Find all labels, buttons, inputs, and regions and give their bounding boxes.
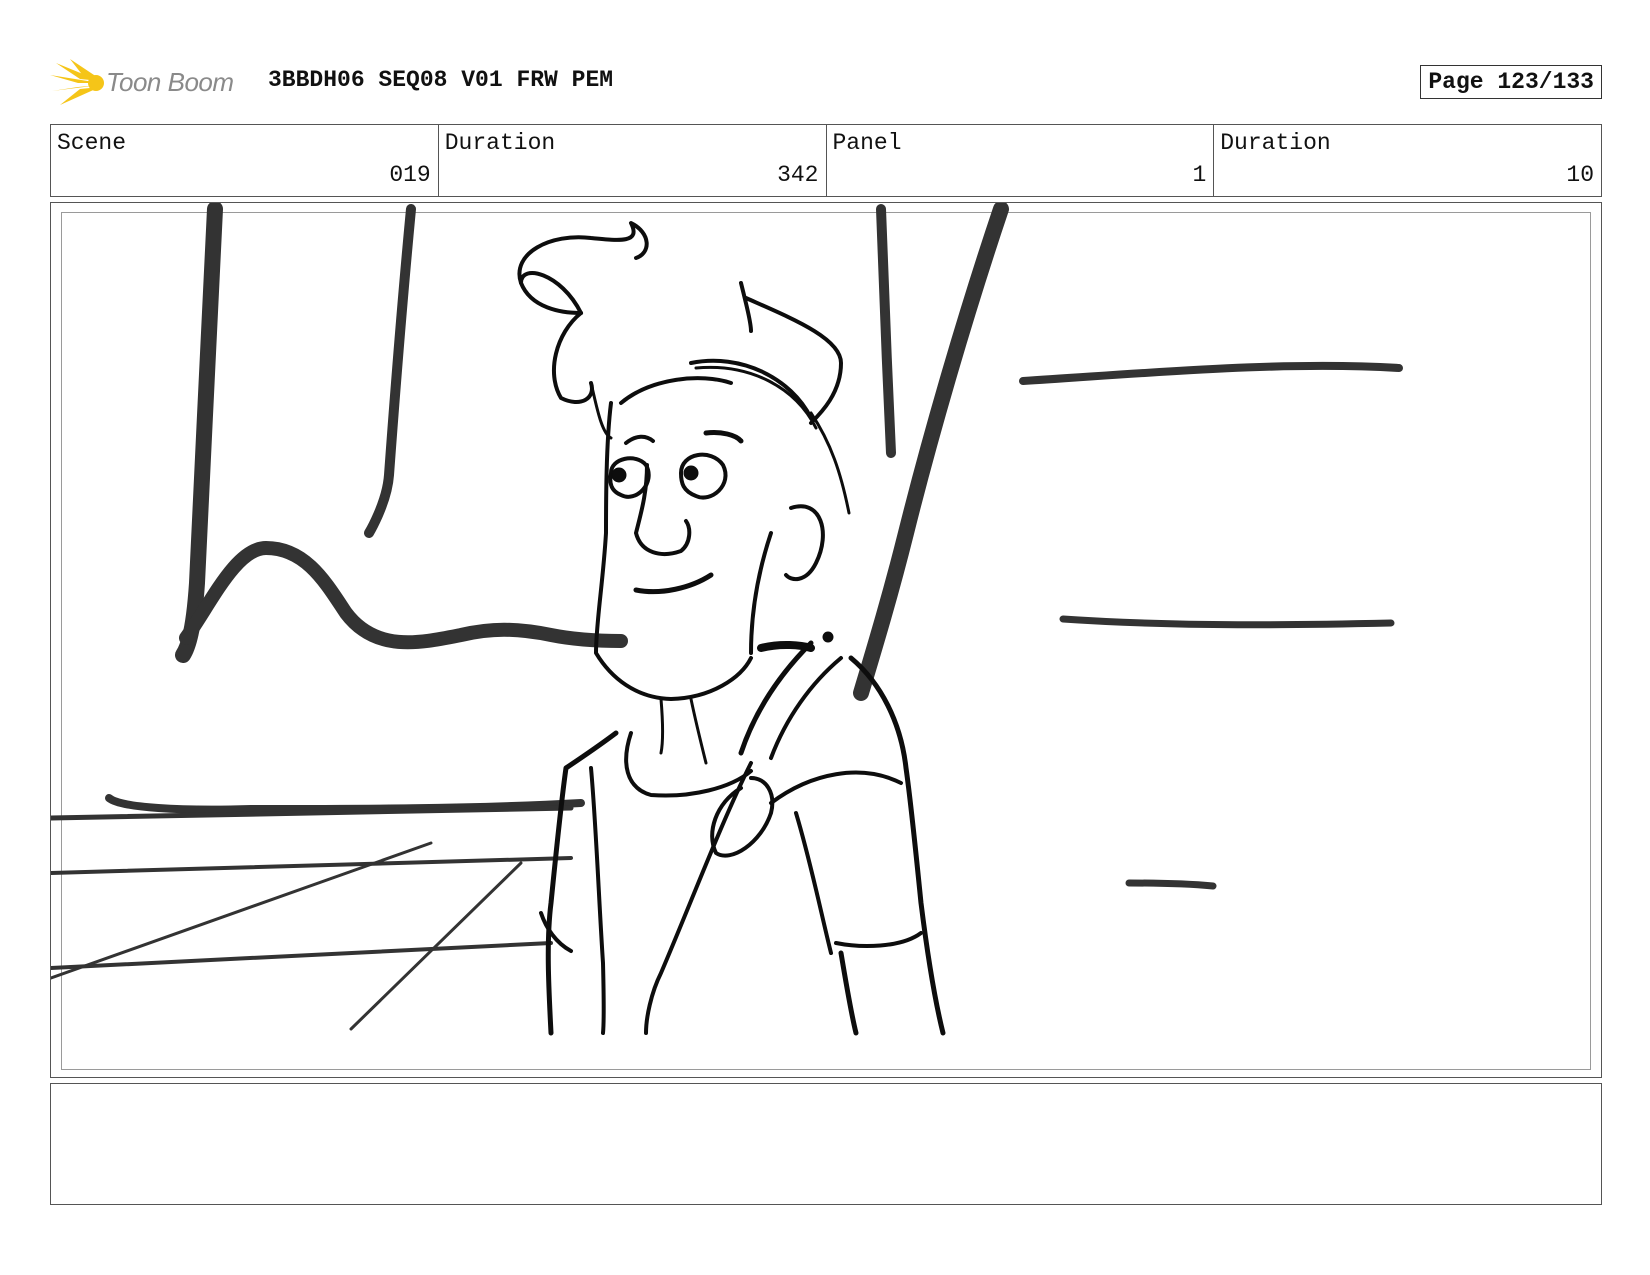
logo-text: Toon Boom — [106, 67, 234, 97]
panel-label: Panel — [832, 130, 902, 156]
starburst-icon — [50, 59, 104, 105]
panel-duration-cell: Duration 10 — [1214, 125, 1601, 196]
panel-sketch — [51, 203, 1403, 1036]
panel-cell: Panel 1 — [827, 125, 1215, 196]
document-title: 3BBDH06 SEQ08 V01 FRW PEM — [268, 67, 614, 93]
scene-value: 019 — [389, 162, 431, 188]
scene-duration-label: Duration — [444, 130, 556, 156]
toon-boom-logo: Toon Boom — [50, 59, 250, 105]
scene-duration-cell: Duration 342 — [439, 125, 827, 196]
panel-notes — [50, 1083, 1602, 1205]
storyboard-panel — [50, 202, 1602, 1078]
scene-duration-value: 342 — [777, 162, 819, 188]
scene-info-row: Scene 019 Duration 342 Panel 1 Duration … — [50, 124, 1602, 197]
page-header: Toon Boom 3BBDH06 SEQ08 V01 FRW PEM Page… — [50, 55, 1602, 107]
scene-label: Scene — [57, 130, 127, 156]
panel-duration-label: Duration — [1220, 130, 1331, 156]
scene-cell: Scene 019 — [51, 125, 439, 196]
panel-duration-value: 10 — [1566, 162, 1594, 188]
background-sketch — [51, 203, 1403, 1031]
page-number: Page 123/133 — [1420, 65, 1602, 99]
panel-value: 1 — [1192, 162, 1207, 188]
